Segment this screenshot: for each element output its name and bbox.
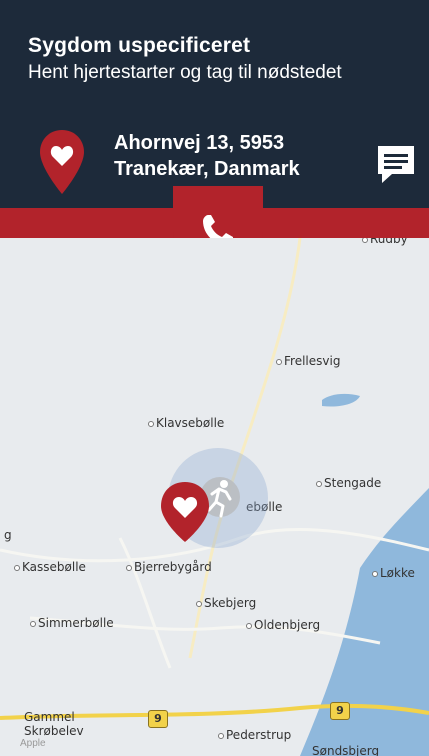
status-bar (0, 0, 429, 28)
aed-location-pin-icon[interactable] (158, 480, 212, 544)
place-rudby: Rudby (362, 238, 408, 246)
place-lokke: Løkke (372, 566, 415, 580)
place-stengade: Stengade (316, 476, 381, 490)
place-gammel: Gammel (24, 710, 75, 724)
map-attribution[interactable]: Apple (20, 738, 46, 749)
alert-instructions: Hent hjertestarter og tag til nødstedet (28, 62, 342, 83)
place-skrobelev: Skrøbelev (24, 724, 84, 738)
road-number-badge: 9 (148, 710, 168, 728)
heart-pin-icon (40, 130, 84, 194)
place-klavsebolle: Klavsebølle (148, 416, 224, 430)
incident-address[interactable]: Ahornvej 13, 5953 Tranekær, Danmark (114, 130, 374, 182)
place-kassebolle: Kassebølle (14, 560, 86, 574)
lake-water (322, 393, 360, 407)
place-oldenbjerg: Oldenbjerg (246, 618, 320, 632)
place-sondsbjerg: Søndsbjerg (312, 744, 380, 756)
place-pederstrup: Pederstrup (218, 728, 291, 742)
alert-header: Sygdom uspecificeret Hent hjertestarter … (0, 0, 429, 208)
road-number-badge: 9 (330, 702, 350, 720)
place-bjerrebygaard: Bjerrebygård (126, 560, 212, 574)
alert-title: Sygdom uspecificeret (28, 34, 251, 57)
place-skebjerg: Skebjerg (196, 596, 256, 610)
place-simmerbolle: Simmerbølle (30, 616, 114, 630)
chat-icon[interactable] (374, 142, 418, 186)
place-left-edge: g (4, 528, 12, 542)
place-frellesvig: Frellesvig (276, 354, 340, 368)
